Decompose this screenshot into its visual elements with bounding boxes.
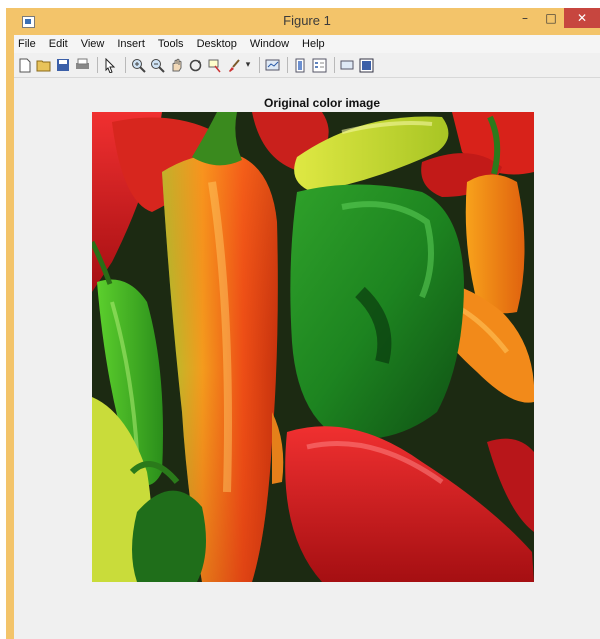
peppers-image — [89, 112, 535, 582]
toolbar-separator — [97, 57, 98, 73]
menu-insert[interactable]: Insert — [117, 38, 145, 50]
save-icon[interactable] — [55, 57, 71, 73]
legend-icon[interactable] — [311, 57, 327, 73]
menu-desktop[interactable]: Desktop — [197, 38, 237, 50]
zoom-out-icon[interactable] — [149, 57, 165, 73]
show-plot-tools-icon[interactable] — [358, 57, 374, 73]
link-plot-icon[interactable] — [264, 57, 280, 73]
close-button[interactable]: ✕ — [564, 8, 600, 28]
menu-window[interactable]: Window — [250, 38, 289, 50]
toolbar-separator — [259, 57, 260, 73]
menu-file[interactable]: File — [18, 38, 36, 50]
toolbar-separator — [125, 57, 126, 73]
minimize-button[interactable]: – — [512, 8, 538, 28]
colorbar-icon[interactable] — [292, 57, 308, 73]
figure-bottom-strip — [14, 633, 600, 639]
menu-help[interactable]: Help — [302, 38, 325, 50]
window-controls: – □ ✕ — [512, 8, 600, 30]
pan-icon[interactable] — [168, 57, 184, 73]
data-cursor-icon[interactable] — [206, 57, 222, 73]
print-icon[interactable] — [74, 57, 90, 73]
maximize-button[interactable]: □ — [538, 8, 564, 28]
menu-view[interactable]: View — [81, 38, 105, 50]
menu-tools[interactable]: Tools — [158, 38, 184, 50]
menu-edit[interactable]: Edit — [49, 38, 68, 50]
toolbar-separator — [287, 57, 288, 73]
rotate-3d-icon[interactable] — [187, 57, 203, 73]
axes-title: Original color image — [263, 96, 381, 110]
brush-dropdown-icon[interactable]: ▾ — [244, 57, 252, 73]
title-bar[interactable]: Figure 1 – □ ✕ — [14, 8, 600, 35]
zoom-in-icon[interactable] — [130, 57, 146, 73]
open-file-icon[interactable] — [36, 57, 52, 73]
brush-icon[interactable] — [225, 57, 241, 73]
menu-bar: File Edit View Insert Tools Desktop Wind… — [14, 35, 600, 53]
figure-toolbar: ▾ — [14, 53, 600, 78]
toolbar-separator — [334, 57, 335, 73]
new-figure-icon[interactable] — [17, 57, 33, 73]
hide-plot-tools-icon[interactable] — [339, 57, 355, 73]
select-arrow-icon[interactable] — [102, 57, 118, 73]
figure-window: Figure 1 – □ ✕ File Edit View Insert Too… — [6, 8, 600, 639]
image-axes[interactable] — [89, 112, 535, 582]
